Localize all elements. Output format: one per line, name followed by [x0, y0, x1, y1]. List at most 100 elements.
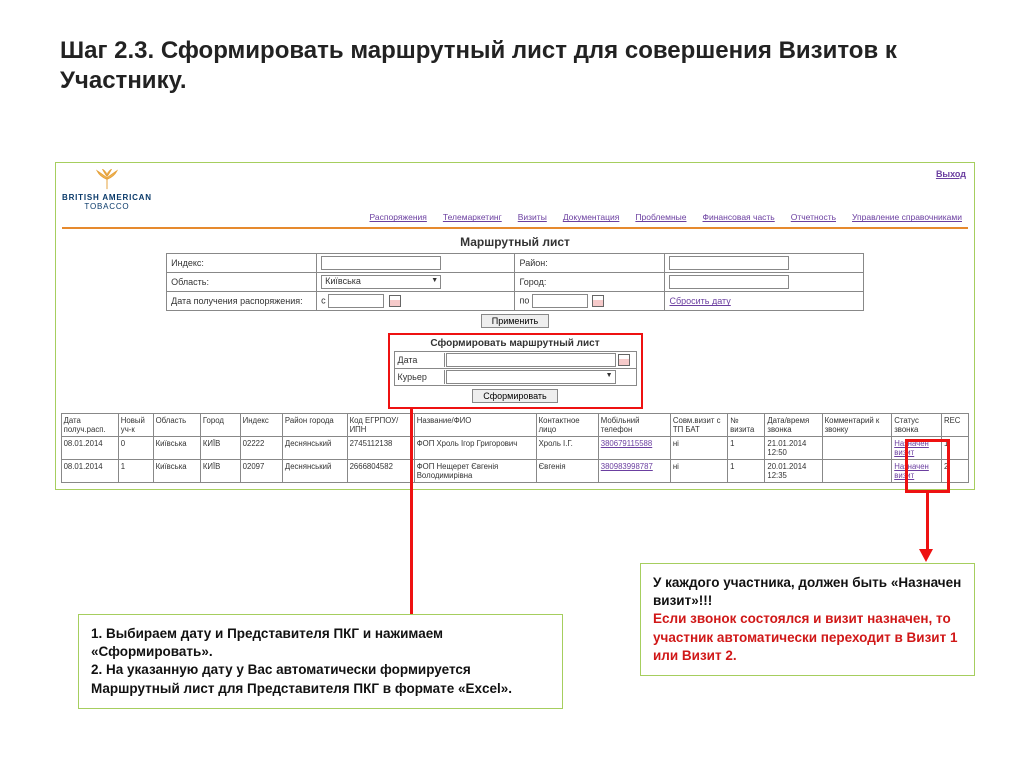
form-date-input[interactable] — [446, 353, 616, 367]
callout-instructions: 1. Выбираем дату и Представителя ПКГ и н… — [78, 614, 563, 709]
label-courier: Курьер — [395, 370, 445, 384]
cell-idx: 02222 — [240, 437, 282, 460]
label-date: Дата — [395, 353, 445, 367]
nav-reports[interactable]: Отчетность — [785, 209, 842, 225]
cell-date: 08.01.2014 — [61, 437, 118, 460]
cell-name: ФОП Нещерет Євгенія Володимирівна — [414, 460, 536, 483]
cell-district: Деснянський — [282, 460, 347, 483]
cell-district: Деснянський — [282, 437, 347, 460]
section-title: Маршрутный лист — [56, 233, 974, 253]
date-to-input[interactable] — [532, 294, 588, 308]
th: Код ЕГРПОУ/ ИПН — [347, 414, 414, 437]
exit-link[interactable]: Выход — [936, 165, 966, 179]
nav-orders[interactable]: Распоряжения — [364, 209, 433, 225]
cell-rec: 2 — [941, 460, 968, 483]
oblast-select[interactable]: Київська — [321, 275, 441, 289]
form-route-sheet: Сформировать маршрутный лист Дата Курьер… — [388, 333, 643, 409]
calendar-icon[interactable] — [618, 354, 630, 366]
cell-rec: 1 — [941, 437, 968, 460]
connector-line — [926, 493, 929, 551]
label-index: Индекс: — [167, 254, 317, 273]
page-title: Шаг 2.3. Сформировать маршрутный лист дл… — [0, 0, 1024, 102]
callout-right-line1: У каждого участника, должен быть «Назнач… — [653, 575, 961, 608]
date-from-input[interactable] — [328, 294, 384, 308]
calendar-icon[interactable] — [389, 295, 401, 307]
cell-obl: Київська — [153, 437, 200, 460]
results-table: Дата получ.расп. Новый уч-к Область Горо… — [61, 413, 970, 483]
label-oblast: Область: — [167, 273, 317, 292]
app-window: BRITISH AMERICAN TOBACCO Выход Распоряже… — [55, 162, 975, 490]
reset-date-link[interactable]: Сбросить дату — [669, 296, 730, 306]
th: Область — [153, 414, 200, 437]
cell-joint: ні — [670, 437, 727, 460]
th: Мобільний телефон — [598, 414, 670, 437]
nav-bar: Распоряжения Телемаркетинг Визиты Докуме… — [56, 209, 974, 225]
label-city: Город: — [515, 273, 665, 292]
cell-code: 2666804582 — [347, 460, 414, 483]
cell-code: 2745112138 — [347, 437, 414, 460]
bat-leaf-icon — [93, 169, 121, 191]
table-header-row: Дата получ.расп. Новый уч-к Область Горо… — [61, 414, 969, 437]
logo-text-top: BRITISH AMERICAN — [62, 193, 152, 202]
th: Совм.визит с ТП БАТ — [670, 414, 727, 437]
form-submit-button[interactable]: Сформировать — [472, 389, 557, 403]
arrow-head-icon — [919, 549, 933, 562]
connector-line — [410, 407, 413, 625]
label-from: с — [321, 296, 326, 306]
th: REC — [941, 414, 968, 437]
cell-comment — [822, 460, 892, 483]
cell-contact: Хроль І.Г. — [536, 437, 598, 460]
nav-directories[interactable]: Управление справочниками — [846, 209, 968, 225]
cell-new: 1 — [118, 460, 153, 483]
nav-documentation[interactable]: Документация — [557, 209, 626, 225]
nav-telemarketing[interactable]: Телемаркетинг — [437, 209, 508, 225]
cell-obl: Київська — [153, 460, 200, 483]
th: Комментарий к звонку — [822, 414, 892, 437]
form-title: Сформировать маршрутный лист — [390, 335, 641, 351]
cell-comment — [822, 437, 892, 460]
th: Название/ФИО — [414, 414, 536, 437]
index-input[interactable] — [321, 256, 441, 270]
callout-line2: 2. На указанную дату у Вас автоматически… — [91, 662, 512, 695]
th: № визита — [728, 414, 765, 437]
table-row[interactable]: 08.01.2014 1 Київська КИЇВ 02097 Деснянс… — [61, 460, 969, 483]
callout-line1: 1. Выбираем дату и Представителя ПКГ и н… — [91, 626, 443, 659]
th: Статус звонка — [892, 414, 942, 437]
th: Индекс — [240, 414, 282, 437]
cell-idx: 02097 — [240, 460, 282, 483]
cell-phone[interactable]: 380679115588 — [598, 437, 670, 460]
label-date-range: Дата получения распоряжения: — [167, 292, 317, 311]
th: Контактное лицо — [536, 414, 598, 437]
cell-visitno: 1 — [728, 460, 765, 483]
logo-text-bottom: TOBACCO — [62, 202, 152, 211]
table-row[interactable]: 08.01.2014 0 Київська КИЇВ 02222 Деснянс… — [61, 437, 969, 460]
cell-contact: Євгенія — [536, 460, 598, 483]
cell-city: КИЇВ — [200, 460, 240, 483]
nav-visits[interactable]: Визиты — [512, 209, 553, 225]
label-region: Район: — [515, 254, 665, 273]
cell-calldt: 21.01.2014 12:50 — [765, 437, 822, 460]
region-input[interactable] — [669, 256, 789, 270]
callout-status-note: У каждого участника, должен быть «Назнач… — [640, 563, 975, 676]
divider — [62, 227, 968, 229]
calendar-icon[interactable] — [592, 295, 604, 307]
cell-name: ФОП Хроль Ігор Григорович — [414, 437, 536, 460]
cell-status[interactable]: Назначен визит — [892, 437, 942, 460]
cell-new: 0 — [118, 437, 153, 460]
cell-calldt: 20.01.2014 12:35 — [765, 460, 822, 483]
city-input[interactable] — [669, 275, 789, 289]
cell-city: КИЇВ — [200, 437, 240, 460]
cell-status[interactable]: Назначен визит — [892, 460, 942, 483]
callout-right-line2: Если звонок состоялся и визит назначен, … — [653, 610, 962, 665]
cell-phone[interactable]: 380983998787 — [598, 460, 670, 483]
label-to: по — [519, 296, 529, 306]
cell-date: 08.01.2014 — [61, 460, 118, 483]
nav-finance[interactable]: Финансовая часть — [697, 209, 781, 225]
form-courier-select[interactable] — [446, 370, 616, 384]
apply-button[interactable]: Применить — [481, 314, 550, 328]
nav-problems[interactable]: Проблемные — [629, 209, 692, 225]
filter-panel: Индекс: Район: Область: Київська Город: … — [166, 253, 864, 311]
th: Дата/время звонка — [765, 414, 822, 437]
logo: BRITISH AMERICAN TOBACCO — [62, 165, 152, 211]
cell-joint: ні — [670, 460, 727, 483]
